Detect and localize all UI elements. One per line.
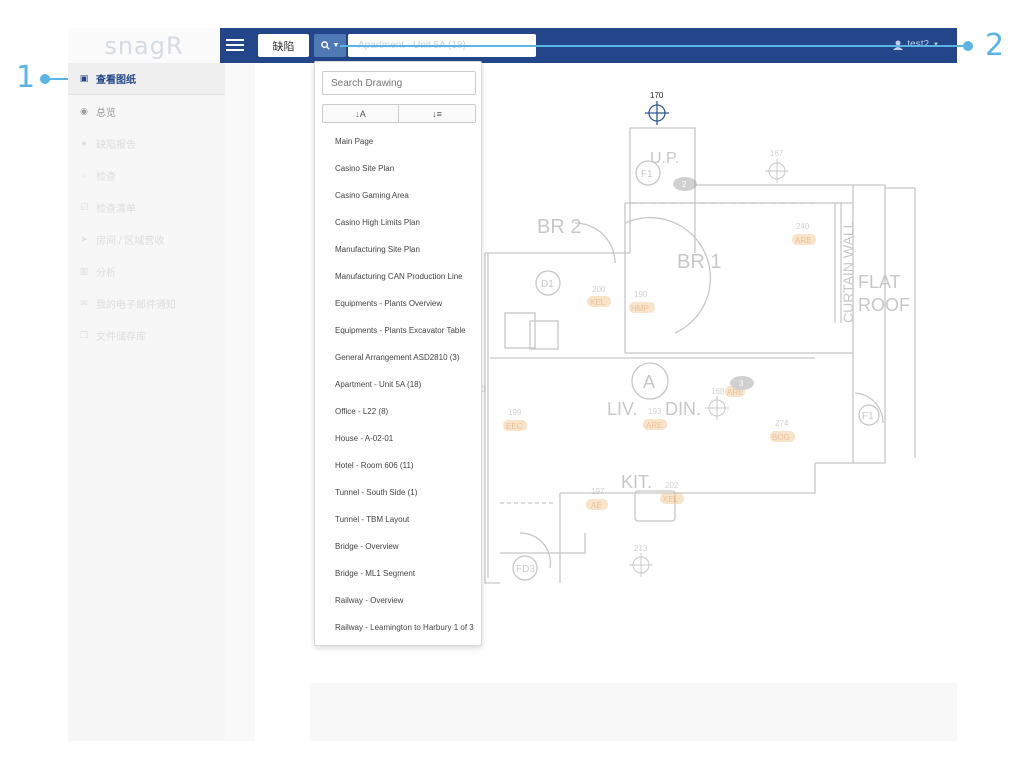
sidebar-item-label: 文件储存库 [96, 331, 146, 343]
sidebar-item-analysis[interactable]: ▥ 分析 [68, 255, 225, 287]
drawing-list-item[interactable]: Casino High Limits Plan [315, 209, 481, 236]
drawing-list-item[interactable]: Railway - Overview [315, 587, 481, 614]
cluster-count: 2 [682, 180, 687, 189]
files-icon: ❐ [79, 329, 89, 340]
crosshair-icon[interactable] [705, 396, 729, 420]
logo: snagR [68, 28, 220, 63]
sort-ascending-button[interactable]: ↓A [322, 104, 399, 123]
image-icon: ▣ [79, 73, 89, 83]
drawing-list-item[interactable]: Bridge - ML1 Segment [315, 560, 481, 587]
sidebar-item-defect-report[interactable]: ● 缺陷报告 [68, 127, 225, 159]
callout-dot-1 [40, 74, 50, 84]
drawing-list-item[interactable]: Equipments - Plants Overview [315, 290, 481, 317]
drawing-list-item[interactable]: Railway - Leamington to Harbury 1 of 3 [315, 614, 481, 641]
marker-number: 199 [508, 408, 522, 417]
drawing-list-item[interactable]: Tunnel - South Side (1) [315, 479, 481, 506]
drawing-list-item[interactable]: Casino Site Plan [315, 155, 481, 182]
sidebar-item-inspection[interactable]: ○ 检查 [68, 159, 225, 191]
drawing-list-item[interactable]: Hotel - Room 606 (11) [315, 452, 481, 479]
drawing-list-item[interactable]: General Arrangement ASD2810 (3) [315, 344, 481, 371]
sort-desc-icon: ↓≡ [432, 108, 442, 119]
callout-dot-2 [963, 41, 973, 51]
callout-number-1: 1 [16, 60, 36, 95]
sidebar-item-label: 房间 / 区域营收 [96, 235, 165, 247]
sidebar-item-checklist[interactable]: ☑ 检查清单 [68, 191, 225, 223]
marker-number: 274 [775, 419, 789, 428]
caret-down-icon: ▼ [332, 42, 340, 49]
sidebar-item-label: 分析 [96, 267, 116, 279]
marker-number: 170 [650, 91, 664, 100]
checkbox-icon: ☑ [79, 201, 89, 212]
envelope-icon: ✉ [80, 297, 88, 308]
type-select-button[interactable]: 缺陷 [258, 34, 309, 57]
marker-number: 190 [634, 290, 648, 299]
marker-number: 200 [592, 285, 606, 294]
sort-descending-button[interactable]: ↓≡ [399, 104, 476, 123]
marker-number: 202 [665, 481, 679, 490]
bar-chart-icon: ▥ [79, 265, 89, 276]
marker-number: 168 [711, 387, 725, 396]
sidebar-item-file-repository[interactable]: ❐ 文件储存库 [68, 319, 225, 351]
drawing-list-item[interactable]: Casino Gaming Area [315, 182, 481, 209]
drawing-list-item[interactable]: Bridge - Overview [315, 533, 481, 560]
marker-code: AE [591, 501, 602, 510]
search-drawing-input[interactable] [322, 71, 476, 95]
drawing-list-item[interactable]: Manufacturing Site Plan [315, 236, 481, 263]
drawing-list-item[interactable]: Equipments - Plants Excavator Table [315, 317, 481, 344]
sidebar-item-label: 检查 [96, 171, 116, 183]
marker-number: 240 [796, 222, 810, 231]
marker-code: KEL [663, 495, 679, 504]
hamburger-menu-icon[interactable] [226, 36, 244, 54]
sidebar-item-overview[interactable]: ◉ 总览 [68, 95, 225, 127]
drawing-list: Main Page Casino Site Plan Casino Gaming… [315, 128, 481, 641]
crosshair-icon[interactable] [645, 101, 669, 125]
drawing-list-item[interactable]: Tunnel - TBM Layout [315, 506, 481, 533]
bottom-panel [310, 683, 957, 741]
sidebar-item-label: 检查清单 [96, 203, 136, 215]
marker-number: 193 [648, 407, 662, 416]
crosshair-icon[interactable] [765, 159, 789, 183]
location-arrow-icon: ➤ [80, 233, 88, 244]
marker-code: ARE [646, 421, 662, 430]
sidebar-item-label: 总览 [96, 107, 116, 119]
drawing-list-item[interactable]: Main Page [315, 128, 481, 155]
marker-number: 213 [634, 544, 648, 553]
search-icon [320, 41, 330, 50]
crosshair-icon[interactable] [629, 553, 653, 577]
sort-asc-icon: ↓A [355, 108, 366, 119]
marker-number: 197 [591, 487, 605, 496]
sidebar-item-view-drawing[interactable]: ▣ 查看图纸 [68, 63, 225, 95]
marker-code: BOG [772, 433, 790, 442]
dashboard-icon: ◉ [80, 105, 88, 116]
marker-code: ARE [795, 236, 811, 245]
marker-number: 167 [770, 149, 784, 158]
drawing-list-item[interactable]: Apartment - Unit 5A (18) [315, 371, 481, 398]
map-marker-icon: ● [81, 138, 87, 148]
callout-number-2: 2 [985, 28, 1005, 63]
sidebar-item-label: 缺陷报告 [96, 139, 136, 151]
marker-code: EEC [506, 422, 523, 431]
sidebar-item-room-area[interactable]: ➤ 房间 / 区域营收 [68, 223, 225, 255]
sidebar-item-email-notifications[interactable]: ✉ 我的电子邮件通知 [68, 287, 225, 319]
collapse-column [225, 63, 255, 741]
cluster-count: 3 [739, 379, 744, 388]
marker-code: HMP [631, 304, 649, 313]
drawing-list-item[interactable]: House - A-02-01 [315, 425, 481, 452]
logo-text: snagR [104, 31, 184, 60]
callout-line-2 [340, 45, 970, 47]
marker-code: KEL [590, 298, 606, 307]
search-icon: ○ [81, 170, 87, 180]
drawing-dropdown: ↓A ↓≡ Main Page Casino Site Plan Casino … [314, 61, 482, 646]
drawing-list-item[interactable]: Office - L22 (8) [315, 398, 481, 425]
sidebar-item-label: 查看图纸 [96, 75, 136, 86]
sidebar-item-label: 我的电子邮件通知 [96, 299, 176, 311]
drawing-list-item[interactable]: Manufacturing CAN Production Line [315, 263, 481, 290]
sidebar: ▣ 查看图纸 ◉ 总览 ● 缺陷报告 ○ 检查 ☑ 检查清单 ➤ 房间 / 区域… [68, 63, 225, 741]
